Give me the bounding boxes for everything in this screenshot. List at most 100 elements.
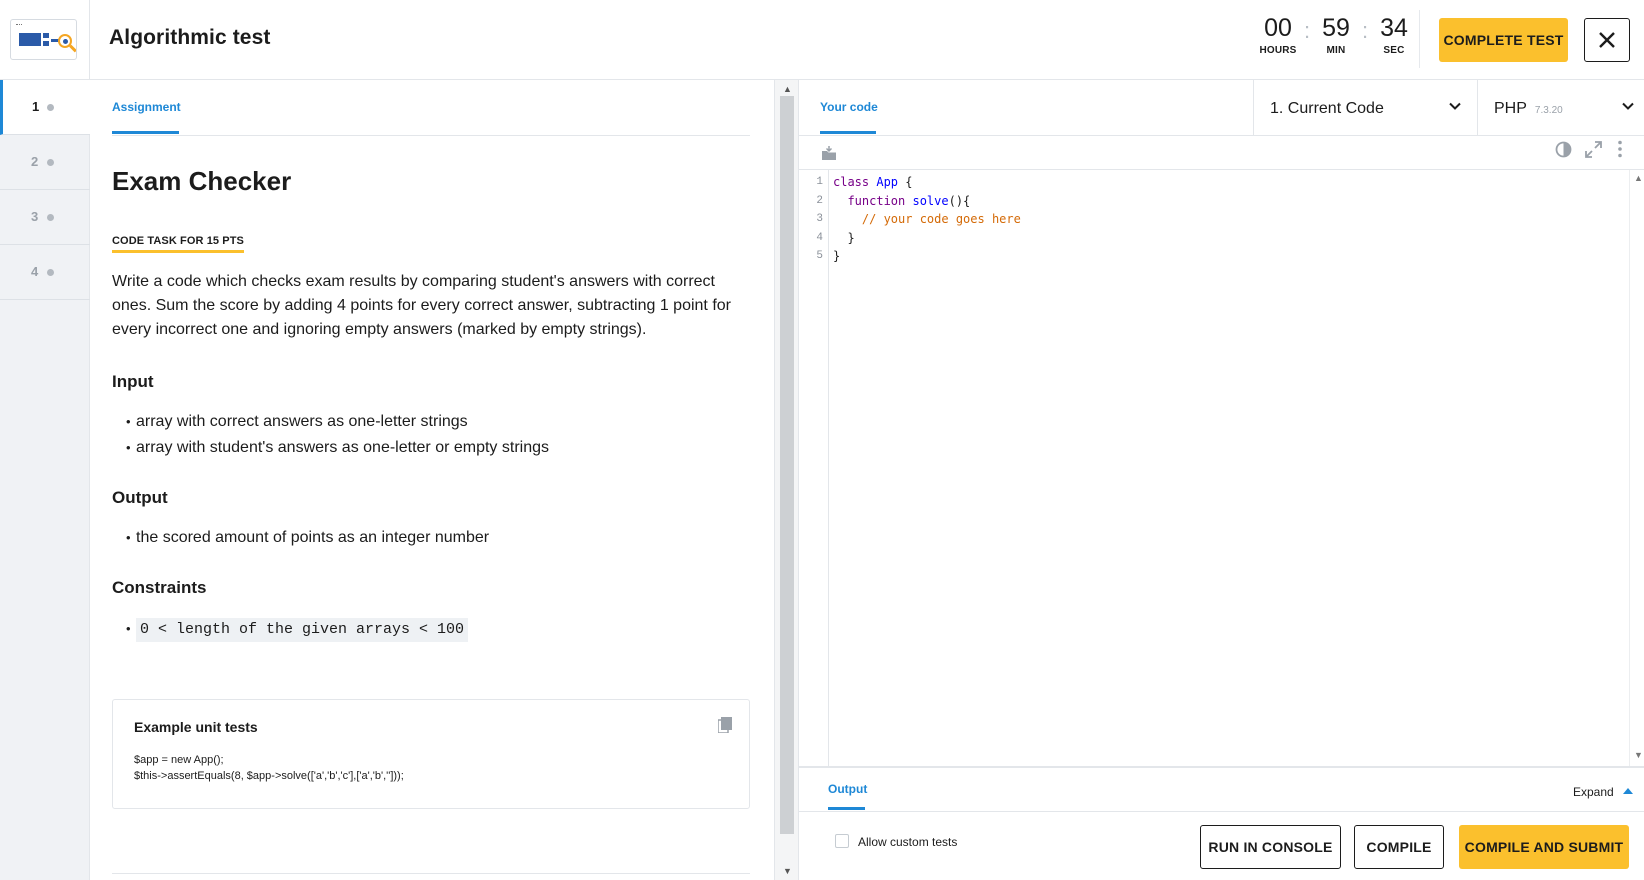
code-version-select[interactable]: 1. Current Code xyxy=(1253,80,1477,135)
load-file-icon[interactable] xyxy=(821,145,838,161)
example-code-line: $this->assertEquals(8, $app->solve(['a',… xyxy=(134,770,404,782)
timer-colon: : xyxy=(1362,18,1369,43)
constraints-list: 0 < length of the given arrays < 100 xyxy=(126,616,736,642)
list-item: 0 < length of the given arrays < 100 xyxy=(126,616,736,642)
chevron-up-icon[interactable] xyxy=(1623,788,1633,794)
editor-panel: Your code 1. Current Code PHP 7.3.20 1 2… xyxy=(798,80,1644,880)
close-button[interactable] xyxy=(1584,18,1630,62)
complete-test-button[interactable]: COMPLETE TEST xyxy=(1439,18,1568,62)
line-number-gutter: 1 2 3 4 5 xyxy=(799,170,829,766)
timer-minutes-label: MIN xyxy=(1326,45,1346,56)
divider xyxy=(799,811,1644,812)
assignment-panel: Assignment Exam Checker CODE TASK FOR 15… xyxy=(91,80,774,880)
output-resize-handle[interactable] xyxy=(799,766,1644,768)
language-select[interactable]: PHP 7.3.20 xyxy=(1477,80,1644,135)
constraint-code: 0 < length of the given arrays < 100 xyxy=(136,618,469,642)
example-code-line: $app = new App(); xyxy=(134,754,224,766)
list-item: array with correct answers as one-letter… xyxy=(126,409,736,435)
scrollbar-thumb[interactable] xyxy=(780,96,794,834)
tab-your-code[interactable]: Your code xyxy=(820,100,878,114)
tab-underline xyxy=(112,131,179,134)
more-options-icon[interactable] xyxy=(1617,140,1623,158)
line-number: 4 xyxy=(816,231,823,244)
divider xyxy=(112,135,750,136)
header-divider xyxy=(89,0,90,80)
list-item: the scored amount of points as an intege… xyxy=(126,525,736,551)
fullscreen-icon[interactable] xyxy=(1585,141,1602,158)
output-heading: Output xyxy=(112,488,168,507)
question-status-dot xyxy=(47,269,54,276)
list-item: array with student's answers as one-lett… xyxy=(126,435,736,461)
page-title: Algorithmic test xyxy=(109,26,271,49)
tab-underline xyxy=(820,131,876,134)
timer-hours: 00 xyxy=(1264,14,1292,42)
code-line[interactable]: class App { xyxy=(833,173,1021,192)
question-item-1[interactable]: 1 xyxy=(0,80,90,135)
question-number: 1 xyxy=(32,99,40,114)
question-status-dot xyxy=(47,104,54,111)
language-name: PHP xyxy=(1494,100,1527,117)
editor-toolbar xyxy=(799,136,1644,170)
expand-output-button[interactable]: Expand xyxy=(1573,785,1614,799)
divider xyxy=(112,873,750,874)
scroll-up-icon[interactable]: ▲ xyxy=(783,84,792,94)
assignment-scrollbar[interactable]: ▲ ▼ xyxy=(774,80,798,880)
language-value: PHP 7.3.20 xyxy=(1494,100,1563,118)
question-number: 4 xyxy=(31,264,39,279)
timer-minutes: 59 xyxy=(1322,14,1350,42)
scroll-down-icon[interactable]: ▼ xyxy=(783,866,792,876)
tab-underline xyxy=(828,807,865,810)
task-points-tag: CODE TASK FOR 15 PTS xyxy=(112,235,244,253)
code-line[interactable]: // your code goes here xyxy=(833,210,1021,229)
app: Algorithmic test 00 HOURS : 59 MIN : 34 … xyxy=(0,0,1644,880)
countdown-timer: 00 HOURS : 59 MIN : 34 SEC xyxy=(1256,14,1426,64)
timer-divider xyxy=(1419,10,1420,68)
question-number: 2 xyxy=(31,154,39,169)
question-nav: 1 2 3 4 xyxy=(0,80,90,880)
chevron-down-icon xyxy=(1449,102,1461,110)
timer-hours-label: HOURS xyxy=(1259,45,1297,56)
code-line[interactable]: } xyxy=(833,229,1021,248)
code-line[interactable]: } xyxy=(833,247,1021,266)
timer-colon: : xyxy=(1304,18,1311,43)
contrast-icon[interactable] xyxy=(1555,141,1572,158)
code-editor[interactable]: class App { function solve(){ // your co… xyxy=(833,173,1021,266)
code-line[interactable]: function solve(){ xyxy=(833,192,1021,211)
scroll-down-icon[interactable]: ▼ xyxy=(1634,750,1643,760)
task-title: Exam Checker xyxy=(112,166,292,196)
tab-assignment[interactable]: Assignment xyxy=(112,100,181,114)
input-list: array with correct answers as one-letter… xyxy=(126,409,736,461)
tab-output[interactable]: Output xyxy=(828,782,867,796)
allow-custom-tests-label: Allow custom tests xyxy=(858,835,958,849)
example-unit-tests: Example unit tests $app = new App(); $thi… xyxy=(112,699,750,809)
question-item-3[interactable]: 3 xyxy=(0,190,90,245)
top-header: Algorithmic test 00 HOURS : 59 MIN : 34 … xyxy=(0,0,1644,80)
example-title: Example unit tests xyxy=(134,719,258,735)
line-number: 3 xyxy=(816,213,823,225)
scroll-up-icon[interactable]: ▲ xyxy=(1634,173,1643,183)
question-item-2[interactable]: 2 xyxy=(0,135,90,190)
task-description: Write a code which checks exam results b… xyxy=(112,273,731,338)
question-number: 3 xyxy=(31,209,39,224)
line-number: 1 xyxy=(816,176,823,188)
timer-seconds-label: SEC xyxy=(1383,45,1405,56)
close-icon xyxy=(1599,32,1615,48)
question-item-4[interactable]: 4 xyxy=(0,245,90,300)
compile-and-submit-button[interactable]: COMPILE AND SUBMIT xyxy=(1459,825,1629,869)
example-code: $app = new App(); $this->assertEquals(8, … xyxy=(134,752,404,784)
compile-button[interactable]: COMPILE xyxy=(1354,825,1444,869)
output-list: the scored amount of points as an intege… xyxy=(126,525,736,551)
timer-seconds: 34 xyxy=(1380,14,1408,42)
line-number: 2 xyxy=(816,194,823,207)
editor-scrollbar[interactable]: ▲ ▼ xyxy=(1629,170,1644,766)
chevron-down-icon xyxy=(1622,102,1634,110)
run-in-console-button[interactable]: RUN IN CONSOLE xyxy=(1200,825,1341,869)
input-heading: Input xyxy=(112,372,154,391)
code-version-value: 1. Current Code xyxy=(1270,100,1384,117)
question-status-dot xyxy=(47,214,54,221)
copy-icon[interactable] xyxy=(718,717,732,733)
constraints-heading: Constraints xyxy=(112,578,207,597)
allow-custom-tests-checkbox[interactable] xyxy=(835,834,849,848)
logo xyxy=(10,19,77,60)
line-number: 5 xyxy=(816,250,823,262)
